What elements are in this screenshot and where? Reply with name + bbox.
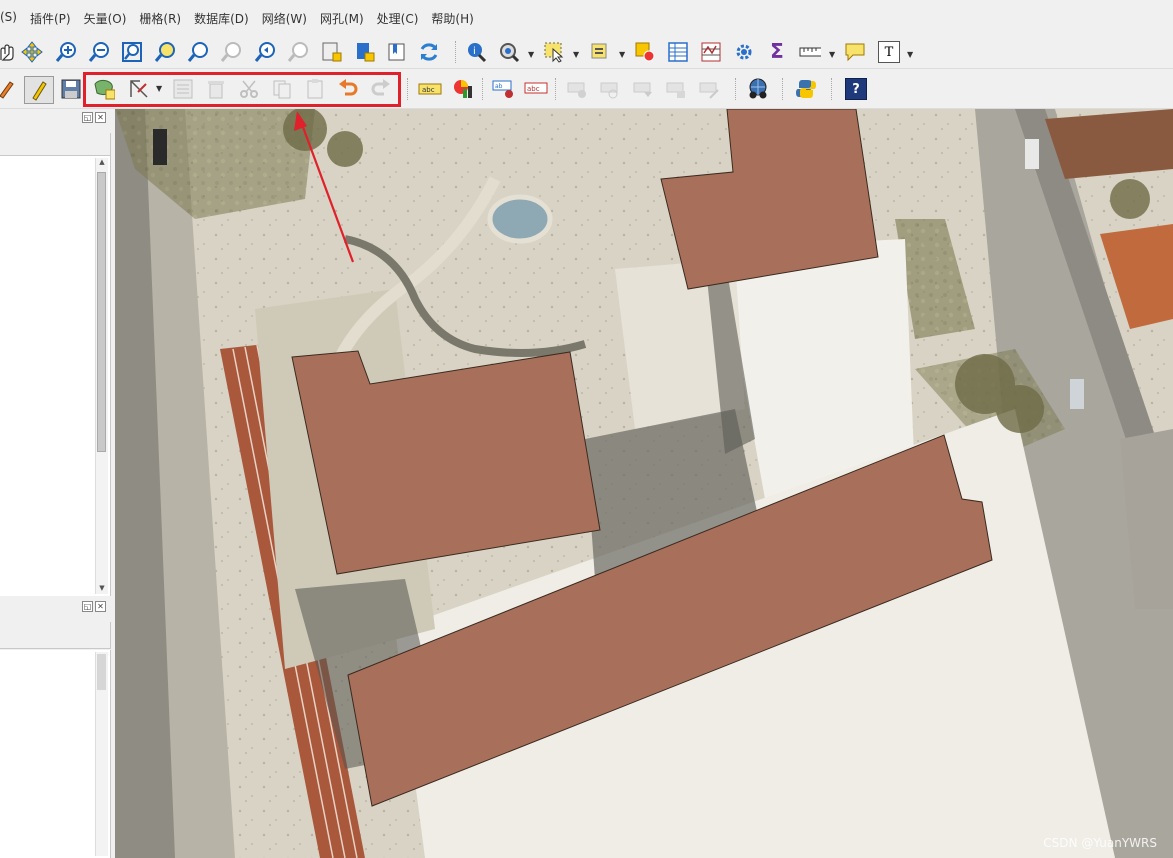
zoom-to-layer-icon[interactable] <box>187 41 209 63</box>
zoom-out-icon[interactable] <box>88 41 110 63</box>
svg-text:ab: ab <box>495 83 503 90</box>
layers-scrollbar[interactable]: ▲ ▼ <box>95 158 108 594</box>
zoom-next-icon[interactable] <box>287 41 309 63</box>
layer-diagram-icon[interactable] <box>452 78 474 100</box>
settings-icon[interactable] <box>733 41 755 63</box>
browser-panel <box>0 650 111 858</box>
dropdown-arrow-icon[interactable]: ▼ <box>619 50 625 59</box>
rotate-label-icon[interactable] <box>599 78 621 100</box>
scrollbar-thumb[interactable] <box>97 172 106 452</box>
text-annotation-icon[interactable]: T <box>878 41 900 63</box>
aerial-map <box>115 109 1173 858</box>
float-panel-icon[interactable]: ◱ <box>82 601 93 612</box>
menu-item-web[interactable]: 网络(W) <box>262 10 307 27</box>
label-properties-icon[interactable] <box>665 78 687 100</box>
layers-panel-toolbar <box>0 133 111 156</box>
measure-icon[interactable] <box>799 41 821 63</box>
pan-to-selection-icon[interactable] <box>21 41 43 63</box>
svg-text:abc: abc <box>422 86 435 94</box>
menu-item-settings[interactable]: (S) <box>0 10 17 24</box>
deselect-icon[interactable] <box>589 41 611 63</box>
pin-labels-icon[interactable]: ab <box>492 78 516 100</box>
save-edits-icon[interactable] <box>60 78 82 100</box>
zoom-in-icon[interactable] <box>55 41 77 63</box>
scroll-up-icon[interactable]: ▲ <box>96 158 108 166</box>
identify-icon[interactable]: i <box>465 41 487 63</box>
dropdown-arrow-icon[interactable]: ▼ <box>907 50 913 59</box>
toolbar-separator <box>555 78 558 100</box>
scrollbar-thumb[interactable] <box>97 654 106 690</box>
menu-item-mesh[interactable]: 网孔(M) <box>320 10 364 27</box>
browser-scrollbar[interactable] <box>95 652 108 856</box>
label-layer-icon[interactable]: abc <box>418 78 442 100</box>
map-tips-icon[interactable] <box>386 41 408 63</box>
show-bookmarks-icon[interactable] <box>354 41 376 63</box>
browser-panel-toolbar <box>0 622 111 649</box>
toolbar-separator <box>782 78 785 100</box>
help-icon[interactable]: ? <box>845 78 867 100</box>
deselect-all-icon[interactable] <box>634 41 656 63</box>
close-panel-icon[interactable]: ✕ <box>95 601 106 612</box>
toolbar-separator <box>407 78 410 100</box>
change-label-icon[interactable] <box>632 78 654 100</box>
dropdown-arrow-icon[interactable]: ▼ <box>829 50 835 59</box>
attribute-table-icon[interactable] <box>667 41 689 63</box>
metasearch-icon[interactable] <box>746 78 768 100</box>
panel-controls: ◱ ✕ <box>82 112 106 123</box>
panel-controls: ◱ ✕ <box>82 601 106 612</box>
menu-item-help[interactable]: 帮助(H) <box>431 10 473 27</box>
zoom-to-selection-icon[interactable] <box>154 41 176 63</box>
edit-label-icon[interactable] <box>698 78 720 100</box>
move-label-icon[interactable] <box>566 78 588 100</box>
dropdown-arrow-icon[interactable]: ▼ <box>528 50 534 59</box>
field-calculator-icon[interactable] <box>700 41 722 63</box>
refresh-icon[interactable] <box>418 41 440 63</box>
annotation-icon[interactable] <box>844 41 866 63</box>
menu-item-processing[interactable]: 处理(C) <box>377 10 419 27</box>
toggle-editing-icon[interactable] <box>24 76 54 104</box>
select-features-icon[interactable] <box>543 41 565 63</box>
highlight-box <box>83 72 401 107</box>
toolbar-separator <box>831 78 834 100</box>
layers-panel-header: ◱ ✕ <box>0 109 110 133</box>
zoom-last-icon[interactable] <box>254 41 276 63</box>
show-hide-labels-icon[interactable]: abc <box>524 78 548 100</box>
close-panel-icon[interactable]: ✕ <box>95 112 106 123</box>
menu-item-vector[interactable]: 矢量(O) <box>84 10 127 27</box>
toolbar-separator <box>735 78 738 100</box>
svg-text:abc: abc <box>527 85 540 93</box>
menu-item-database[interactable]: 数据库(D) <box>194 10 249 27</box>
watermark: CSDN @YuanYWRS <box>1043 836 1157 850</box>
digitize-pencil-icon[interactable] <box>0 78 18 100</box>
toolbar-separator <box>455 41 458 63</box>
map-navigation-toolbar: i ▼ ▼ ▼ Σ ▼ T ▼ <box>0 36 1173 69</box>
menu-bar: (S) 插件(P) 矢量(O) 栅格(R) 数据库(D) 网络(W) 网孔(M)… <box>0 0 1173 36</box>
scroll-down-icon[interactable]: ▼ <box>96 584 108 592</box>
toolbar-separator <box>482 78 485 100</box>
menu-item-raster[interactable]: 栅格(R) <box>139 10 181 27</box>
layers-panel: ▲ ▼ <box>0 156 111 596</box>
zoom-native-icon[interactable] <box>220 41 242 63</box>
zoom-full-icon[interactable] <box>121 41 143 63</box>
browser-panel-header: ◱ ✕ <box>0 598 110 622</box>
pan-icon[interactable] <box>0 41 16 63</box>
map-canvas[interactable]: CSDN @YuanYWRS <box>115 109 1173 858</box>
python-console-icon[interactable] <box>795 78 817 100</box>
new-bookmark-icon[interactable] <box>320 41 342 63</box>
float-panel-icon[interactable]: ◱ <box>82 112 93 123</box>
svg-text:i: i <box>473 46 476 57</box>
statistics-icon[interactable]: Σ <box>766 39 788 63</box>
menu-item-plugins[interactable]: 插件(P) <box>30 10 71 27</box>
dropdown-arrow-icon[interactable]: ▼ <box>573 50 579 59</box>
select-by-location-icon[interactable] <box>498 41 520 63</box>
